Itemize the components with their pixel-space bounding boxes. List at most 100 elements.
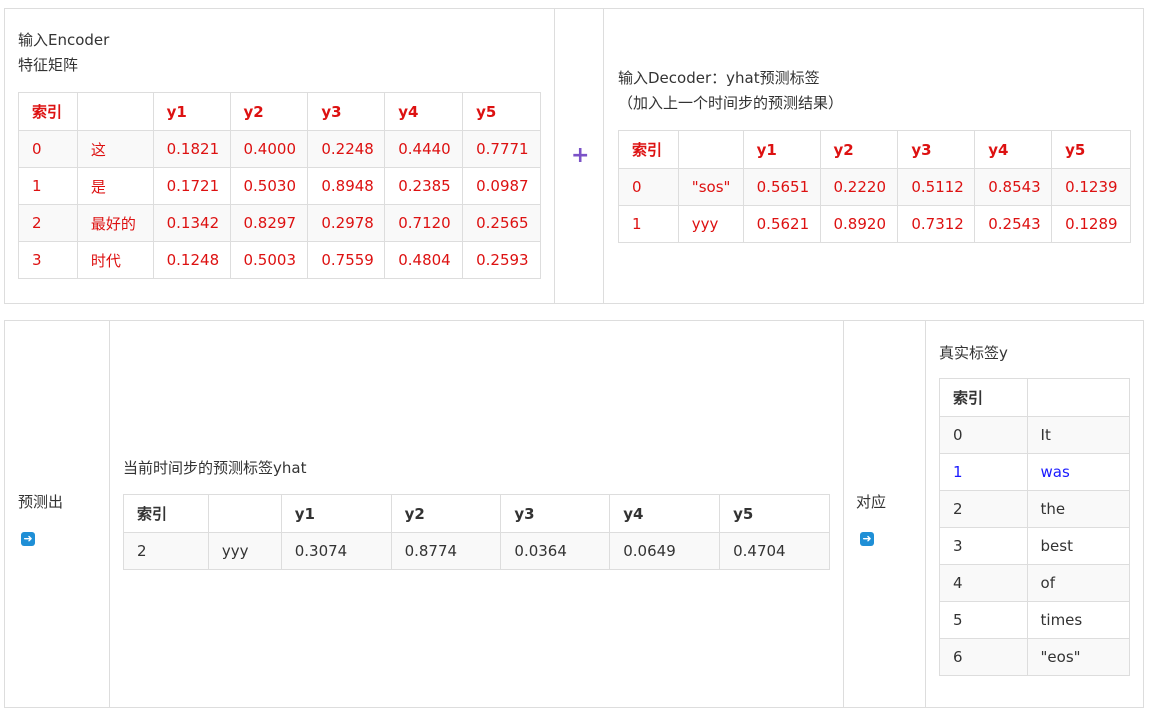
- header-cell: y2: [390, 494, 502, 533]
- plus-icon: +: [571, 143, 590, 168]
- table-row: 3 best: [939, 527, 1131, 565]
- header-cell: y5: [719, 494, 830, 533]
- divider: [554, 9, 555, 303]
- table-header-row: 索引 y1 y2 y3 y4 y5: [618, 130, 1131, 169]
- table-cell: 1: [618, 205, 679, 243]
- table-cell: 0.1289: [1051, 205, 1131, 243]
- table-cell: 0.7771: [462, 130, 541, 168]
- table-cell: 0.5030: [229, 167, 309, 205]
- table-cell: 0.0649: [609, 532, 721, 570]
- table-cell: 时代: [76, 241, 154, 279]
- table-cell: 0.8920: [819, 205, 899, 243]
- top-panel: 输入Encoder 特征矩阵 索引 y1 y2 y3 y4 y5 0 这 0.1…: [4, 8, 1144, 304]
- table-cell: was: [1026, 453, 1131, 491]
- table-cell: of: [1026, 564, 1131, 602]
- table-cell: 这: [76, 130, 154, 168]
- correspond-label: 对应: [856, 493, 887, 511]
- encoder-title-line1: 输入Encoder: [18, 31, 110, 49]
- table-cell: 0.1342: [152, 204, 231, 242]
- divider: [925, 321, 926, 707]
- truth-title: 真实标签y: [939, 344, 1008, 362]
- table-cell: 0.2220: [819, 168, 899, 206]
- table-cell: 0.3074: [280, 532, 392, 570]
- table-cell: 0.1721: [152, 167, 231, 205]
- table-row: 2 最好的 0.1342 0.8297 0.2978 0.7120 0.2565: [18, 204, 541, 242]
- header-cell: [677, 130, 744, 169]
- table-cell: 0.0987: [462, 167, 541, 205]
- header-cell: y3: [500, 494, 611, 533]
- table-cell: 0.8774: [390, 532, 502, 570]
- divider: [603, 9, 604, 303]
- table-cell: 1: [939, 453, 1028, 491]
- table-cell: 0.7120: [384, 204, 464, 242]
- table-cell: "sos": [677, 168, 744, 206]
- table-cell: 0.4440: [384, 130, 464, 168]
- predict-label: 预测出: [18, 493, 64, 511]
- table-cell: 0.8297: [229, 204, 309, 242]
- table-cell: 0: [18, 130, 78, 168]
- right-arrow-icon: ➜: [21, 532, 35, 546]
- table-cell: 0.2978: [307, 204, 386, 242]
- header-cell: y4: [974, 130, 1053, 169]
- table-cell: 0.1239: [1051, 168, 1131, 206]
- table-header-row: 索引 y1 y2 y3 y4 y5: [18, 92, 541, 131]
- table-cell: 0.8948: [307, 167, 386, 205]
- table-cell: 0.5621: [742, 205, 821, 243]
- table-row-highlighted: 1 was: [939, 453, 1131, 491]
- right-arrow-icon: ➜: [860, 532, 874, 546]
- decoder-title-line2: （加入上一个时间步的预测结果）: [618, 94, 844, 112]
- table-cell: 0.2385: [384, 167, 464, 205]
- table-cell: 2: [18, 204, 78, 242]
- header-cell: y1: [152, 92, 231, 131]
- header-cell: 索引: [939, 378, 1028, 417]
- predict-table: 索引 y1 y2 y3 y4 y5 2 yyy 0.3074 0.8774 0.…: [123, 494, 830, 570]
- table-cell: 0.1821: [152, 130, 231, 168]
- table-row: 0 这 0.1821 0.4000 0.2248 0.4440 0.7771: [18, 130, 541, 168]
- table-cell: 2: [939, 490, 1028, 528]
- table-cell: 0: [939, 416, 1028, 454]
- table-cell: times: [1026, 601, 1131, 639]
- header-cell: 索引: [123, 494, 209, 533]
- table-cell: 4: [939, 564, 1028, 602]
- table-header-row: 索引: [939, 378, 1131, 417]
- table-cell: 6: [939, 638, 1028, 676]
- table-row: 5 times: [939, 601, 1131, 639]
- table-cell: the: [1026, 490, 1131, 528]
- table-cell: 0.7559: [307, 241, 386, 279]
- header-cell: [76, 92, 154, 131]
- table-cell: 最好的: [76, 204, 154, 242]
- predict-title: 当前时间步的预测标签yhat: [123, 459, 307, 477]
- table-row: 3 时代 0.1248 0.5003 0.7559 0.4804 0.2593: [18, 241, 541, 279]
- table-row: 1 是 0.1721 0.5030 0.8948 0.2385 0.0987: [18, 167, 541, 205]
- table-cell: 1: [18, 167, 78, 205]
- table-cell: 0.2565: [462, 204, 541, 242]
- table-cell: 0.5003: [229, 241, 309, 279]
- header-cell: [207, 494, 282, 533]
- bottom-panel: 预测出 ➜ 当前时间步的预测标签yhat 索引 y1 y2 y3 y4 y5 2…: [4, 320, 1144, 708]
- table-cell: 0.2593: [462, 241, 541, 279]
- table-cell: 0.0364: [500, 532, 611, 570]
- table-row: 2 yyy 0.3074 0.8774 0.0364 0.0649 0.4704: [123, 532, 830, 570]
- header-cell: y4: [609, 494, 721, 533]
- table-cell: 0.1248: [152, 241, 231, 279]
- truth-table: 索引 0 It 1 was 2 the 3 best 4 of 5 times …: [939, 378, 1131, 676]
- encoder-table: 索引 y1 y2 y3 y4 y5 0 这 0.1821 0.4000 0.22…: [18, 92, 541, 279]
- table-cell: 0.2543: [974, 205, 1053, 243]
- header-cell: [1026, 378, 1131, 417]
- table-row: 1 yyy 0.5621 0.8920 0.7312 0.2543 0.1289: [618, 205, 1131, 243]
- table-cell: "eos": [1026, 638, 1131, 676]
- header-cell: y1: [742, 130, 821, 169]
- decoder-title: 输入Decoder：yhat预测标签 （加入上一个时间步的预测结果）: [618, 66, 843, 116]
- decoder-title-line1: 输入Decoder：yhat预测标签: [618, 69, 820, 87]
- table-row: 0 It: [939, 416, 1131, 454]
- header-cell: y1: [280, 494, 392, 533]
- table-cell: 0: [618, 168, 679, 206]
- table-row: 0 "sos" 0.5651 0.2220 0.5112 0.8543 0.12…: [618, 168, 1131, 206]
- table-cell: It: [1026, 416, 1131, 454]
- header-cell: y5: [1051, 130, 1131, 169]
- table-cell: 3: [18, 241, 78, 279]
- table-cell: 0.4804: [384, 241, 464, 279]
- table-cell: 0.5651: [742, 168, 821, 206]
- table-cell: 2: [123, 532, 209, 570]
- table-cell: yyy: [677, 205, 744, 243]
